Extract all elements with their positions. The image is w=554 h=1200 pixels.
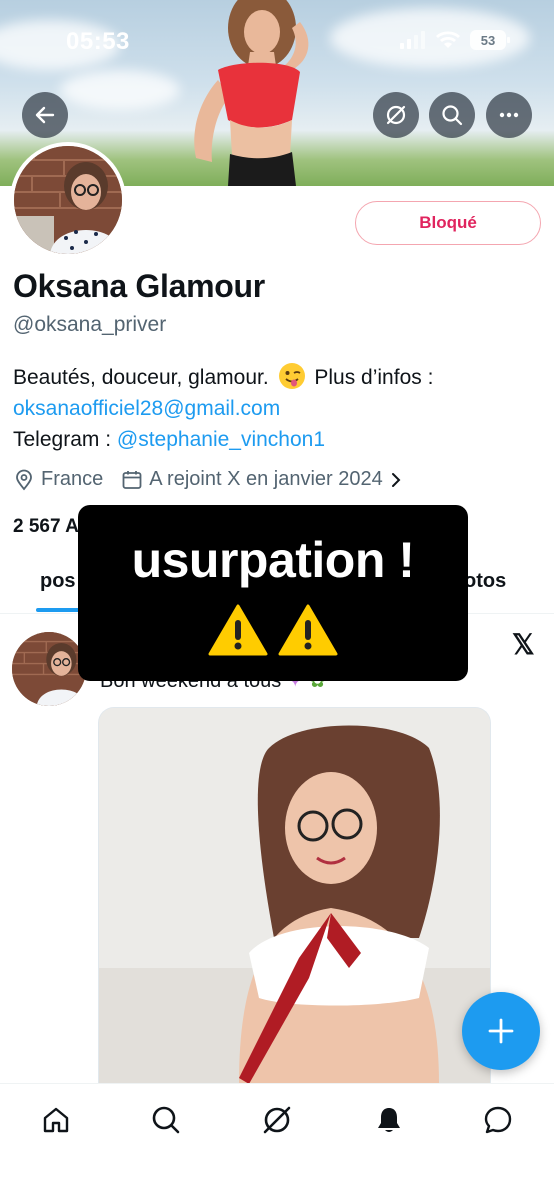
location-item: France [13, 468, 103, 491]
notifications-icon [378, 1108, 400, 1132]
wink-emoji-icon [278, 363, 305, 389]
search-icon [152, 1106, 180, 1134]
nav-home[interactable] [36, 1100, 76, 1140]
cellular-signal-icon [400, 31, 425, 49]
post-image[interactable] [98, 707, 491, 1083]
search-icon [442, 105, 463, 126]
location-pin-icon [16, 469, 32, 490]
blocked-button[interactable]: Bloqué [355, 201, 541, 245]
joined-text: A rejoint X en janvier 2024 [149, 468, 383, 490]
bottom-navigation [0, 1083, 554, 1200]
battery-level: 53 [480, 32, 496, 48]
overlay-text: usurpation ! [131, 532, 415, 588]
bio-text: Beautés, douceur, glamour. [13, 366, 269, 389]
nav-messages[interactable] [478, 1100, 518, 1140]
home-icon [43, 1107, 69, 1133]
bio-email-link[interactable]: oksanaofficiel28@gmail.com [13, 397, 280, 420]
messages-icon [484, 1106, 512, 1134]
profile-name: Oksana Glamour [13, 268, 265, 304]
x-logo-icon: 𝕏 [512, 629, 535, 660]
plus-icon [488, 1018, 514, 1044]
post-photo [99, 708, 490, 1083]
mute-button[interactable] [373, 92, 419, 138]
mute-icon [386, 105, 406, 125]
back-button[interactable] [22, 92, 68, 138]
following-count[interactable]: 2 567 A [13, 516, 79, 538]
profile-bio: Beautés, douceur, glamour. Plus d’infos … [13, 362, 543, 455]
tab-posts[interactable]: pos [40, 570, 76, 593]
avatar-image [12, 632, 86, 706]
active-tab-indicator [36, 608, 80, 612]
status-icons: 53 [400, 30, 510, 50]
chevron-right-icon [391, 472, 401, 487]
wifi-icon [436, 31, 460, 48]
grok-icon [263, 1106, 291, 1134]
joined-item[interactable]: A rejoint X en janvier 2024 [121, 468, 403, 491]
avatar-image [14, 146, 122, 254]
warning-icons [78, 603, 468, 657]
tab-photos[interactable]: otos [464, 570, 506, 593]
profile-handle: @oksana_priver [13, 313, 167, 336]
more-button[interactable] [486, 92, 532, 138]
warning-icon [208, 604, 268, 656]
warning-overlay: usurpation ! [78, 505, 468, 681]
bio-telegram-link[interactable]: @stephanie_vinchon1 [117, 428, 325, 451]
nav-grok[interactable] [257, 1100, 297, 1140]
bio-telegram-label: Telegram : [13, 428, 112, 451]
location-text: France [41, 468, 104, 490]
calendar-icon [122, 470, 142, 489]
more-icon [499, 112, 519, 118]
arrow-left-icon [35, 106, 55, 124]
profile-meta: France A rejoint X en janvier 2024 [13, 468, 421, 491]
search-button[interactable] [429, 92, 475, 138]
nav-notifications[interactable] [369, 1100, 409, 1140]
post-author-avatar[interactable] [12, 632, 86, 706]
profile-avatar[interactable] [10, 142, 126, 258]
bio-text-more: Plus d’infos : [314, 366, 434, 389]
status-time: 05:53 [66, 28, 130, 55]
battery-indicator: 53 [470, 30, 510, 50]
compose-button[interactable] [462, 992, 540, 1070]
nav-search[interactable] [146, 1100, 186, 1140]
warning-icon [278, 604, 338, 656]
status-bar: 05:53 53 [0, 0, 554, 84]
